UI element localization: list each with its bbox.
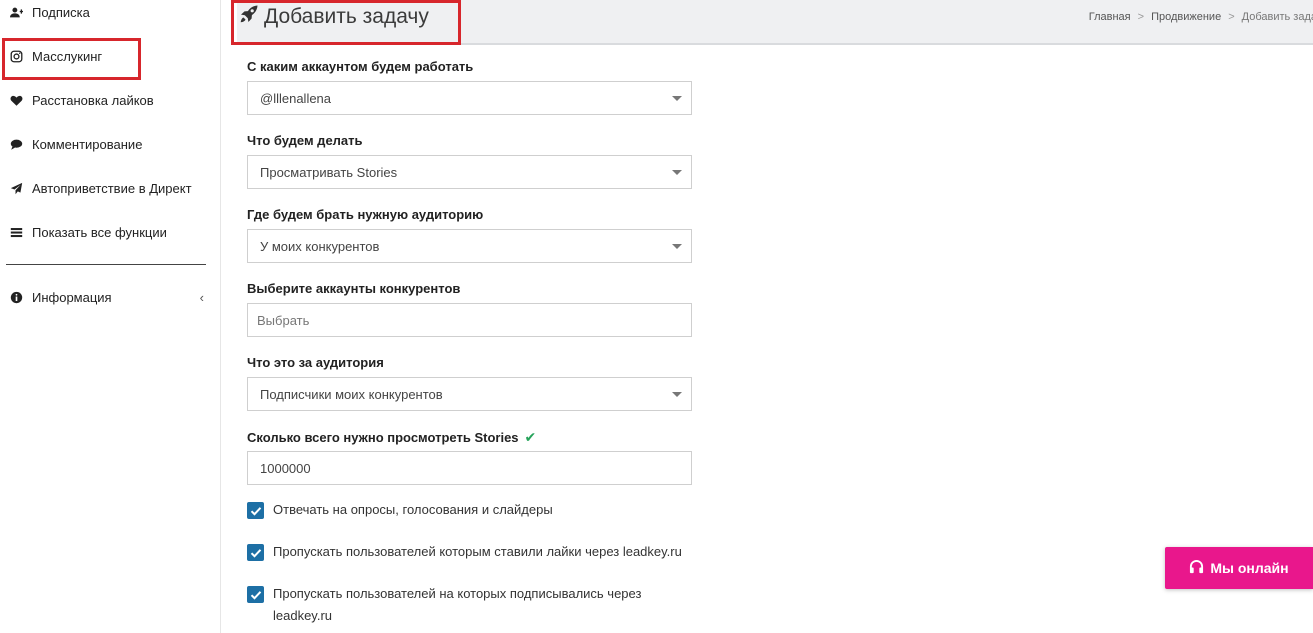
checkbox-checked-icon[interactable] [247,544,264,561]
competitors-input[interactable]: Выбрать [247,303,692,337]
sidebar-item-label: Показать все функции [32,224,167,240]
comment-icon [8,136,24,152]
check-skip-liked-users[interactable]: Пропускать пользователей которым ставили… [247,541,707,563]
check-skip-followed-users-label: Пропускать пользователей на которых подп… [273,586,642,623]
sidebar-item-subscription[interactable]: Подписка [0,0,210,30]
breadcrumb-current: Добавить зада [1241,11,1313,23]
list-icon [8,224,24,240]
check-skip-liked-users-label: Пропускать пользователей которым ставили… [273,544,682,559]
chevron-left-icon: ‹ [199,289,204,305]
check-answer-polls[interactable]: Отвечать на опросы, голосования и слайде… [247,499,692,521]
sidebar-item-direct-greeting[interactable]: Автоприветствие в Директ [0,170,210,206]
online-chat-button[interactable]: Мы онлайн [1165,547,1313,589]
audience-type-select-value: Подписчики моих конкурентов [260,386,443,402]
stories-count-input[interactable]: 1000000 [247,451,692,485]
check-skip-followed-users[interactable]: Пропускать пользователей на которых подп… [247,583,667,627]
sidebar-item-label: Расстановка лайков [32,92,154,108]
online-chat-label: Мы онлайн [1210,560,1289,576]
caret-down-icon [672,244,682,249]
sidebar-divider [6,264,206,265]
info-icon [8,289,24,305]
sidebar-item-comments[interactable]: Комментирование [0,126,210,162]
sidebar-item-label: Информация [32,289,112,305]
sidebar-item-info[interactable]: Информация ‹ [0,279,210,315]
caret-down-icon [672,170,682,175]
sidebar-item-label: Автоприветствие в Директ [32,180,192,196]
check-answer-polls-label: Отвечать на опросы, голосования и слайде… [273,502,553,517]
sidebar-item-label: Комментирование [32,136,143,152]
account-select[interactable]: @lllenallena [247,81,692,115]
sidebar-item-likes[interactable]: Расстановка лайков [0,82,210,118]
heart-icon [8,92,24,108]
action-select-value: Просматривать Stories [260,164,398,180]
action-select[interactable]: Просматривать Stories [247,155,692,189]
sidebar: Подписка Масслукинг Расстановка лайков К… [0,0,221,633]
audience-source-select[interactable]: У моих конкурентов [247,229,692,263]
audience-type-select[interactable]: Подписчики моих конкурентов [247,377,692,411]
breadcrumb-promotion[interactable]: Продвижение [1151,11,1221,23]
stories-count-label: Сколько всего нужно просмотреть Stories … [247,429,536,446]
breadcrumb: Главная > Продвижение > Добавить зада [1089,11,1313,23]
breadcrumb-separator: > [1137,11,1145,23]
highlight-box-masslooking [2,38,141,80]
account-select-value: @lllenallena [260,90,332,106]
checkbox-checked-icon[interactable] [247,502,264,519]
stories-count-input-value: 1000000 [260,460,311,476]
audience-source-label: Где будем брать нужную аудиторию [247,207,484,222]
paper-plane-icon [8,180,24,196]
caret-down-icon [672,96,682,101]
stories-count-label-text: Сколько всего нужно просмотреть Stories [247,430,519,445]
audience-type-label: Что это за аудитория [247,355,384,370]
audience-source-select-value: У моих конкурентов [260,238,380,254]
action-label: Что будем делать [247,133,363,148]
user-plus-icon [8,4,24,20]
headphones-icon [1189,559,1210,577]
highlight-box-title [231,0,461,45]
breadcrumb-home[interactable]: Главная [1089,11,1131,23]
breadcrumb-separator: > [1228,11,1235,23]
competitors-label: Выберите аккаунты конкурентов [247,281,461,296]
caret-down-icon [672,392,682,397]
check-valid-icon: ✔ [524,429,537,445]
sidebar-item-label: Подписка [32,4,90,20]
sidebar-item-all-functions[interactable]: Показать все функции [0,214,210,250]
competitors-input-placeholder: Выбрать [257,312,310,328]
account-label: С каким аккаунтом будем работать [247,59,474,74]
